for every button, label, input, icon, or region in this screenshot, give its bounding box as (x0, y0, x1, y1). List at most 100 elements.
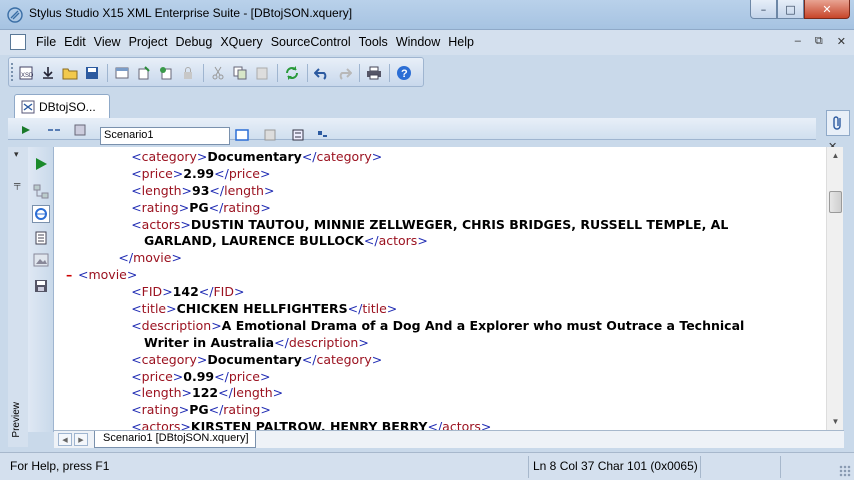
grid-icon[interactable] (262, 127, 278, 143)
refresh-icon[interactable] (283, 65, 301, 81)
paste-icon[interactable] (253, 65, 271, 81)
code-lines: <category>Documentary</category> <price>2… (54, 149, 826, 430)
menu-bar: File Edit View Project Debug XQuery SourceCont… (0, 30, 854, 55)
code-line: Writer in Australia</description> (144, 334, 369, 350)
attach-icon[interactable] (826, 110, 850, 136)
main-toolbar: XSD ? (8, 57, 424, 87)
code-line: <length>122</length> (131, 385, 284, 401)
status-cursor-position: Ln 8 Col 37 Char 101 (0x0065) (533, 459, 698, 473)
code-line: <length>93</length> (131, 182, 275, 198)
link-icon[interactable] (46, 122, 62, 138)
window-icon[interactable] (113, 65, 131, 81)
code-line: </movie> (118, 250, 182, 266)
scenario-properties-icon[interactable] (234, 127, 250, 143)
code-line: <title>CHICKEN HELLFIGHTERS</title> (131, 301, 398, 317)
print-icon[interactable] (365, 65, 383, 81)
dock-pin-icon[interactable]: ╤ (14, 179, 20, 189)
scroll-thumb[interactable] (829, 191, 842, 213)
settings-icon[interactable] (72, 122, 88, 138)
collapse-toggle-icon[interactable]: – (66, 267, 78, 284)
code-line: <FID>142</FID> (131, 284, 245, 300)
mdi-close-icon[interactable]: ✕ (837, 35, 846, 48)
menu-items: File Edit View Project Debug XQuery SourceCont… (32, 35, 478, 49)
mdi-controls: – ⧉ ✕ (795, 35, 846, 48)
pin-icon[interactable]: ▾ (14, 149, 19, 160)
mdi-restore-icon[interactable]: ⧉ (815, 35, 823, 48)
stylus-studio-app-icon[interactable] (7, 7, 23, 23)
tree-view-icon[interactable] (32, 183, 50, 201)
menu-edit[interactable]: Edit (60, 35, 90, 49)
svg-text:XSD: XSD (21, 73, 34, 79)
download-icon[interactable] (39, 65, 57, 81)
menu-file[interactable]: File (32, 35, 60, 49)
save-icon[interactable] (83, 65, 101, 81)
menu-view[interactable]: View (90, 35, 125, 49)
tab-scenario1[interactable]: Scenario1 [DBtojSON.xquery] (94, 431, 256, 448)
editor-icon-bar (28, 147, 54, 432)
status-bar: For Help, press F1 Ln 8 Col 37 Char 101 … (0, 452, 854, 480)
text-preview-icon[interactable] (32, 229, 50, 247)
run-icon[interactable] (18, 122, 34, 138)
code-line: <price>0.99</price> (131, 368, 271, 384)
open-folder-icon[interactable] (61, 65, 79, 81)
undo-icon[interactable] (313, 65, 331, 81)
code-line: <actors>DUSTIN TAUTOU, MINNIE ZELLWEGER,… (131, 216, 729, 232)
maximize-button[interactable]: □ (777, 0, 804, 19)
code-line: <category>Documentary</category> (131, 149, 383, 164)
close-button[interactable]: ✕ (804, 0, 850, 19)
output-tab-strip: ◀ ▶ Scenario1 [DBtojSON.xquery] (54, 430, 844, 448)
code-line: <category>Documentary</category> (131, 351, 383, 367)
stop-icon[interactable] (314, 127, 330, 143)
menu-debug[interactable]: Debug (171, 35, 216, 49)
vertical-scrollbar[interactable]: ▲ ▼ (826, 147, 843, 430)
scroll-up-icon[interactable]: ▲ (827, 147, 844, 164)
document-menu-icon[interactable] (10, 34, 26, 50)
code-line: <rating>PG</rating> (131, 199, 271, 215)
minimize-button[interactable]: – (750, 0, 777, 19)
mdi-minimize-icon[interactable]: – (795, 35, 801, 48)
save-output-icon[interactable] (32, 277, 50, 295)
cut-icon[interactable] (209, 65, 227, 81)
tab-scroll-left-icon[interactable]: ◀ (58, 433, 72, 446)
menu-xquery[interactable]: XQuery (216, 35, 266, 49)
code-line: GARLAND, LAURENCE BULLOCK</actors> (144, 233, 428, 249)
xquery-file-icon (21, 100, 35, 114)
xml-output-editor[interactable]: <category>Documentary</category> <price>2… (54, 147, 826, 430)
lock-icon[interactable] (179, 65, 197, 81)
code-line: <actors>KIRSTEN PALTROW, HENRY BERRY</ac… (131, 419, 492, 430)
window-controls: – □ ✕ (750, 0, 850, 19)
code-line: <price>2.99</price> (131, 165, 271, 181)
tab-label: DBtojSO... (39, 100, 96, 114)
help-icon[interactable]: ? (395, 65, 413, 81)
image-preview-icon[interactable] (32, 251, 50, 269)
redo-icon[interactable] (335, 65, 353, 81)
import-icon[interactable] (157, 65, 175, 81)
document-tab-strip: DBtojSO... (8, 92, 816, 118)
window-title: Stylus Studio X15 XML Enterprise Suite -… (29, 6, 353, 20)
copy-icon[interactable] (231, 65, 249, 81)
code-line: – <movie> (66, 267, 138, 284)
tab-scroll-right-icon[interactable]: ▶ (74, 433, 88, 446)
title-bar: Stylus Studio X15 XML Enterprise Suite -… (0, 0, 854, 30)
menu-sourcecontrol[interactable]: SourceControl (267, 35, 355, 49)
scroll-down-icon[interactable]: ▼ (827, 413, 844, 430)
scenario-toolbar: Scenario1 (8, 118, 816, 145)
scenario-select[interactable]: Scenario1 (100, 127, 230, 145)
menu-help[interactable]: Help (444, 35, 478, 49)
browser-preview-icon[interactable] (32, 205, 50, 223)
tab-dbtojson[interactable]: DBtojSO... (14, 94, 110, 118)
toolbar-grip[interactable] (11, 63, 14, 81)
menu-window[interactable]: Window (392, 35, 444, 49)
new-xsd-icon[interactable]: XSD (17, 65, 35, 81)
menu-tools[interactable]: Tools (355, 35, 392, 49)
preview-label[interactable]: Preview (11, 402, 22, 438)
map-icon[interactable] (290, 127, 306, 143)
resize-grip[interactable] (839, 465, 851, 477)
export-icon[interactable] (135, 65, 153, 81)
code-line: <rating>PG</rating> (131, 402, 271, 418)
run-preview-icon[interactable] (32, 155, 50, 173)
code-line: <description>A Emotional Drama of a Dog … (131, 317, 745, 333)
svg-text:?: ? (401, 68, 408, 80)
menu-project[interactable]: Project (125, 35, 172, 49)
preview-pane-collapsed: ▾ ╤ Preview (8, 147, 28, 447)
